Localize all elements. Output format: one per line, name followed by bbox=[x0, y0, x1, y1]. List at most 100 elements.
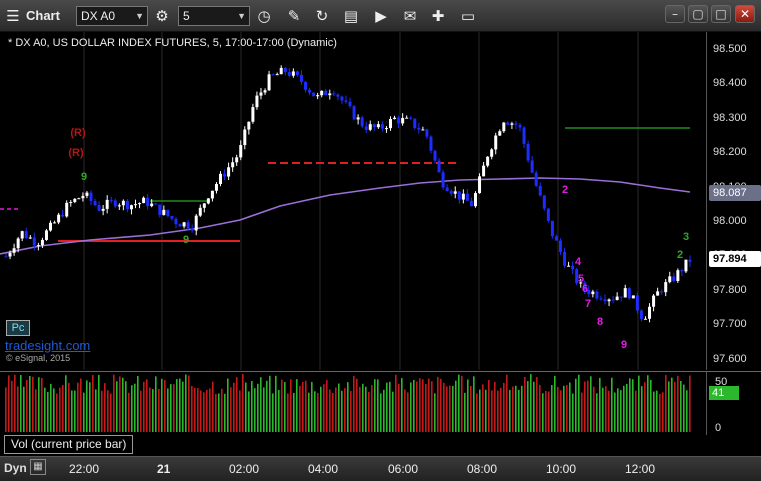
volume-bar bbox=[593, 386, 595, 432]
volume-bar bbox=[482, 384, 484, 432]
restore-button[interactable]: ▢ bbox=[688, 5, 708, 23]
candle-body bbox=[627, 288, 631, 299]
play-icon[interactable]: ▶ bbox=[371, 6, 391, 26]
volume-bar bbox=[686, 390, 688, 432]
volume-bar bbox=[278, 390, 280, 432]
volume-bar bbox=[329, 389, 331, 432]
minimize-button[interactable]: – bbox=[665, 5, 685, 23]
price-chart[interactable]: (R)(R)245678999 32 bbox=[0, 32, 706, 370]
volume-bar bbox=[188, 375, 190, 432]
candle-body bbox=[259, 92, 263, 96]
volume-bar bbox=[95, 389, 97, 432]
volume-bar bbox=[41, 377, 43, 432]
volume-bar bbox=[56, 393, 58, 432]
candle-body bbox=[393, 117, 397, 120]
chat-icon[interactable]: ▭ bbox=[458, 6, 478, 26]
candle-body bbox=[518, 124, 522, 128]
refresh-icon[interactable]: ↻ bbox=[312, 6, 332, 26]
candle-body bbox=[162, 209, 166, 215]
chevron-down-icon: ▼ bbox=[135, 11, 144, 21]
symbol-input[interactable]: DX A0 ▼ bbox=[76, 6, 148, 26]
candle-body bbox=[121, 200, 125, 206]
candle-body bbox=[457, 191, 461, 200]
volume-bar bbox=[251, 381, 253, 432]
candle-body bbox=[522, 127, 526, 144]
candle-body bbox=[449, 191, 453, 194]
volume-bar bbox=[458, 374, 460, 432]
notes-icon[interactable]: ✉ bbox=[400, 6, 420, 26]
time-label: 08:00 bbox=[467, 462, 498, 476]
candle-body bbox=[372, 124, 376, 128]
candle-body bbox=[332, 93, 336, 95]
maximize-button[interactable]: □ bbox=[711, 5, 731, 23]
watermark-link[interactable]: tradesight.com bbox=[5, 338, 90, 353]
time-label: 22:00 bbox=[69, 462, 100, 476]
volume-bar bbox=[44, 387, 46, 432]
volume-bar bbox=[653, 391, 655, 432]
menu-icon[interactable]: ☰ bbox=[3, 6, 23, 26]
dynamic-settings-icon[interactable]: ▦ bbox=[30, 459, 46, 475]
volume-bar bbox=[476, 393, 478, 432]
volume-bar bbox=[98, 375, 100, 432]
volume-bar bbox=[269, 375, 271, 432]
volume-bar bbox=[338, 383, 340, 432]
candle-body bbox=[304, 81, 308, 90]
close-button[interactable]: ✕ bbox=[735, 5, 755, 23]
volume-bar bbox=[581, 392, 583, 432]
volume-bar bbox=[116, 381, 118, 432]
candle-body bbox=[61, 214, 65, 217]
volume-bar bbox=[182, 381, 184, 432]
candle-body bbox=[348, 101, 352, 107]
symbol-lookup-icon[interactable]: ▤ bbox=[341, 6, 361, 26]
volume-bar bbox=[215, 393, 217, 432]
candle-body bbox=[490, 149, 494, 157]
candle-body bbox=[360, 117, 364, 127]
volume-bar bbox=[17, 386, 19, 432]
price-pane[interactable]: (R) (R) 2 4 5 6 7 8 9 9 9 3 2 * DX A0, US DOLLAR IND… bbox=[0, 32, 761, 370]
price-tick-label: 98.300 bbox=[713, 111, 747, 124]
price-axis[interactable]: 98.50098.40098.30098.20098.10098.00097.9… bbox=[706, 32, 761, 370]
candle-body bbox=[73, 198, 77, 203]
volume-bar bbox=[62, 384, 64, 432]
pencil-icon[interactable]: ✎ bbox=[284, 6, 304, 26]
interval-select[interactable]: 5 ▼ bbox=[178, 6, 250, 26]
volume-bar bbox=[440, 378, 442, 432]
count-label: 3 bbox=[683, 231, 689, 243]
volume-bar bbox=[362, 383, 364, 432]
volume-study-label[interactable]: Vol (current price bar) bbox=[4, 435, 134, 454]
candle-body bbox=[243, 129, 247, 146]
volume-bar bbox=[209, 388, 211, 432]
volume-bar bbox=[608, 390, 610, 432]
clock-icon[interactable]: ◷ bbox=[254, 6, 274, 26]
volume-bar bbox=[674, 381, 676, 432]
volume-bar bbox=[38, 377, 40, 432]
link-icon[interactable]: ✚ bbox=[428, 6, 448, 26]
volume-bar bbox=[632, 379, 634, 432]
count-label: 8 bbox=[597, 316, 603, 328]
volume-bar bbox=[320, 386, 322, 432]
volume-bar bbox=[437, 376, 439, 432]
candle-body bbox=[453, 191, 457, 194]
candle-body bbox=[542, 195, 546, 209]
volume-pane[interactable]: 50 0 bbox=[0, 371, 761, 435]
volume-bar bbox=[572, 393, 574, 432]
candle-body bbox=[32, 237, 36, 246]
volume-bar bbox=[233, 382, 235, 432]
time-axis[interactable]: Dyn ▦ 22:00 21 02:00 04:00 06:00 08:00 1… bbox=[0, 456, 761, 481]
candle-body bbox=[186, 222, 190, 229]
candle-body bbox=[413, 118, 417, 128]
settings-gear-icon[interactable]: ⚙ bbox=[152, 6, 172, 26]
volume-bar bbox=[683, 384, 685, 432]
candle-body bbox=[146, 197, 150, 207]
volume-bar bbox=[92, 374, 94, 432]
volume-bar bbox=[176, 379, 178, 432]
pc-badge[interactable]: Pc bbox=[6, 320, 30, 336]
volume-bar bbox=[350, 390, 352, 432]
volume-bar bbox=[533, 381, 535, 432]
volume-bar bbox=[326, 380, 328, 432]
count-label: 4 bbox=[575, 256, 582, 268]
volume-histogram[interactable] bbox=[0, 372, 706, 435]
candle-body bbox=[134, 204, 138, 206]
volume-bar bbox=[155, 376, 157, 432]
volume-bar bbox=[662, 392, 664, 432]
